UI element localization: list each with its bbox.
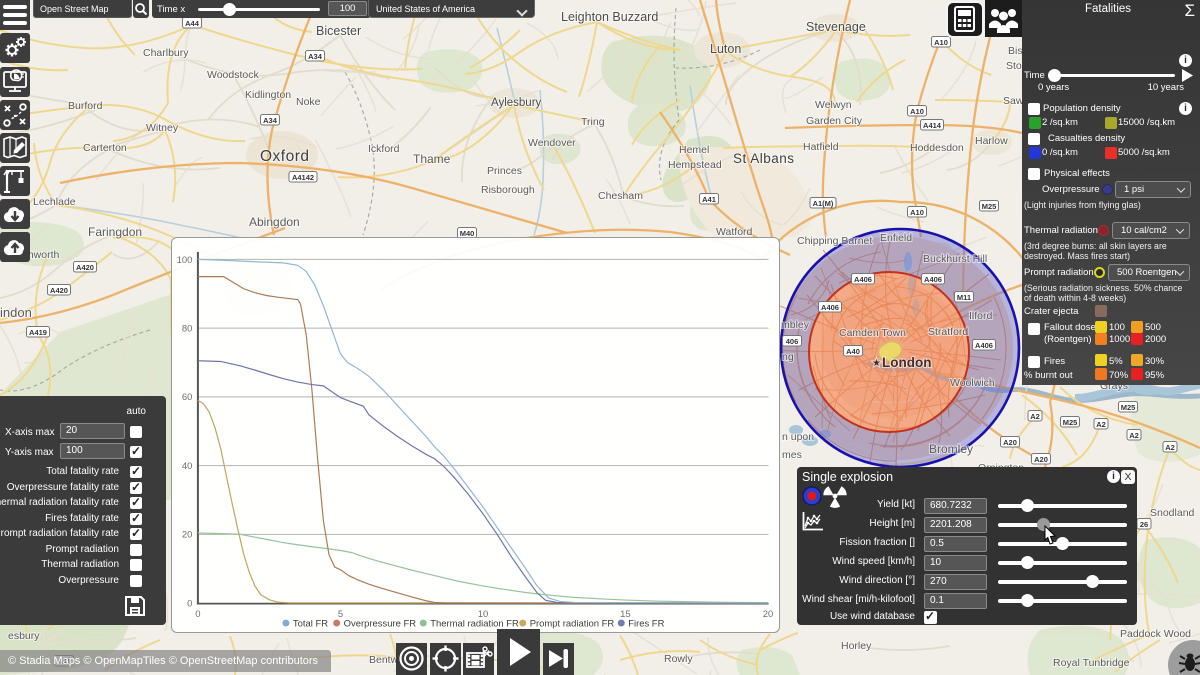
svg-text:5: 5: [338, 609, 343, 620]
svg-text:Ilford: Ilford: [969, 310, 993, 322]
svg-text:Tring: Tring: [581, 116, 605, 128]
svg-text:Kidlington: Kidlington: [245, 89, 291, 101]
svg-text:Hatfield: Hatfield: [803, 141, 839, 153]
svg-text:Sto: Sto: [1006, 60, 1022, 72]
svg-text:ng: ng: [782, 351, 794, 363]
svg-text:Witney: Witney: [146, 122, 179, 134]
svg-text:Bentw: Bentw: [369, 654, 399, 666]
svg-text:A10: A10: [934, 38, 948, 47]
svg-text:Total FR: Total FR: [293, 619, 328, 630]
svg-text:40: 40: [182, 461, 193, 472]
svg-text:esbury: esbury: [8, 630, 40, 642]
svg-text:Snodland: Snodland: [1150, 507, 1195, 519]
svg-text:A20: A20: [1003, 438, 1017, 447]
svg-text:M25: M25: [982, 202, 997, 211]
svg-text:Princes: Princes: [487, 165, 522, 177]
svg-text:A419: A419: [29, 328, 47, 337]
svg-text:St Albans: St Albans: [733, 151, 795, 166]
svg-text:A10: A10: [910, 107, 924, 116]
svg-text:A414: A414: [923, 121, 942, 130]
svg-text:Faringdon: Faringdon: [88, 225, 142, 239]
svg-text:A2: A2: [1165, 443, 1175, 452]
svg-text:mes: mes: [782, 449, 802, 461]
svg-text:Fires FR: Fires FR: [628, 619, 664, 630]
svg-text:Harlow: Harlow: [975, 135, 1008, 147]
svg-text:Aylesbury: Aylesbury: [491, 97, 542, 109]
svg-text:Hempstead: Hempstead: [668, 159, 722, 171]
svg-text:Wendover: Wendover: [528, 137, 576, 149]
svg-text:Burford: Burford: [68, 100, 103, 112]
svg-text:Royal Tunbridge: Royal Tunbridge: [1053, 657, 1130, 669]
svg-text:20: 20: [182, 529, 193, 540]
svg-text:Noke: Noke: [296, 96, 321, 108]
svg-text:Bis: Bis: [1008, 45, 1023, 57]
svg-text:A44: A44: [185, 19, 200, 28]
svg-text:20: 20: [763, 609, 774, 620]
svg-text:indon: indon: [0, 305, 32, 320]
svg-text:0: 0: [187, 599, 192, 610]
svg-text:60: 60: [182, 392, 193, 403]
svg-text:Welwyn: Welwyn: [815, 99, 852, 111]
svg-text:Woolwich: Woolwich: [950, 377, 995, 389]
svg-text:M25: M25: [1121, 403, 1136, 412]
svg-text:Lechlade: Lechlade: [33, 196, 76, 208]
svg-text:A34: A34: [308, 52, 323, 61]
svg-text:★: ★: [872, 358, 881, 369]
svg-text:A40: A40: [846, 347, 860, 356]
svg-text:Thame: Thame: [413, 152, 451, 166]
svg-text:Luton: Luton: [710, 42, 741, 56]
svg-text:Risborough: Risborough: [481, 184, 535, 196]
svg-text:A34: A34: [263, 116, 278, 125]
svg-text:Leighton Buzzard: Leighton Buzzard: [561, 10, 658, 24]
svg-text:A2: A2: [1129, 431, 1139, 440]
svg-text:406: 406: [786, 337, 799, 346]
svg-text:Chipping Barnet: Chipping Barnet: [797, 235, 872, 247]
svg-text:A420: A420: [50, 286, 68, 295]
svg-text:Rowly: Rowly: [664, 653, 693, 665]
svg-text:Thermal radiation FR: Thermal radiation FR: [430, 619, 519, 630]
svg-text:Charlbury: Charlbury: [143, 47, 189, 59]
svg-text:Stratford: Stratford: [928, 326, 968, 338]
svg-text:Woodstock: Woodstock: [207, 69, 259, 81]
svg-text:Bromley: Bromley: [929, 442, 973, 456]
svg-text:Paddock Wood: Paddock Wood: [1120, 628, 1191, 640]
svg-text:A2: A2: [1096, 420, 1106, 429]
svg-text:Enfield: Enfield: [880, 232, 912, 244]
svg-text:M25: M25: [1063, 418, 1078, 427]
svg-text:A10: A10: [910, 208, 924, 217]
svg-text:A20: A20: [1034, 455, 1048, 464]
svg-text:Buckhurst Hill: Buckhurst Hill: [923, 253, 987, 265]
svg-text:Carterton: Carterton: [83, 142, 127, 154]
svg-text:A406: A406: [854, 275, 872, 284]
svg-text:Stevenage: Stevenage: [806, 20, 866, 34]
svg-text:A41: A41: [702, 195, 716, 204]
svg-text:26: 26: [1140, 520, 1148, 529]
svg-text:A406: A406: [821, 303, 839, 312]
svg-text:Horley: Horley: [841, 640, 872, 652]
svg-text:0: 0: [195, 609, 200, 620]
svg-text:Bicester: Bicester: [316, 24, 361, 38]
svg-text:A2: A2: [1030, 412, 1040, 421]
svg-text:Garden City: Garden City: [806, 115, 863, 127]
svg-text:M11: M11: [957, 293, 971, 302]
svg-text:Camden Town: Camden Town: [839, 327, 906, 339]
svg-text:100: 100: [177, 255, 193, 266]
svg-text:80: 80: [182, 324, 193, 335]
svg-text:Abingdon: Abingdon: [249, 215, 300, 229]
svg-text:mbley: mbley: [781, 319, 810, 331]
svg-text:London: London: [882, 355, 931, 370]
svg-text:A420: A420: [76, 263, 94, 272]
svg-text:Overpressure FR: Overpressure FR: [344, 619, 417, 630]
svg-text:Prompt radiation FR: Prompt radiation FR: [530, 619, 615, 630]
svg-text:A1(M): A1(M): [813, 199, 834, 208]
svg-text:Hemel: Hemel: [679, 144, 709, 156]
svg-text:A406: A406: [975, 341, 993, 350]
svg-text:Chesham: Chesham: [598, 190, 643, 202]
svg-text:Ickford: Ickford: [368, 143, 400, 155]
svg-text:A4142: A4142: [292, 173, 314, 182]
svg-text:Hoddesdon: Hoddesdon: [910, 142, 964, 154]
svg-text:n upon: n upon: [782, 431, 814, 443]
svg-text:A406: A406: [924, 275, 942, 284]
svg-text:Oxford: Oxford: [260, 148, 310, 165]
